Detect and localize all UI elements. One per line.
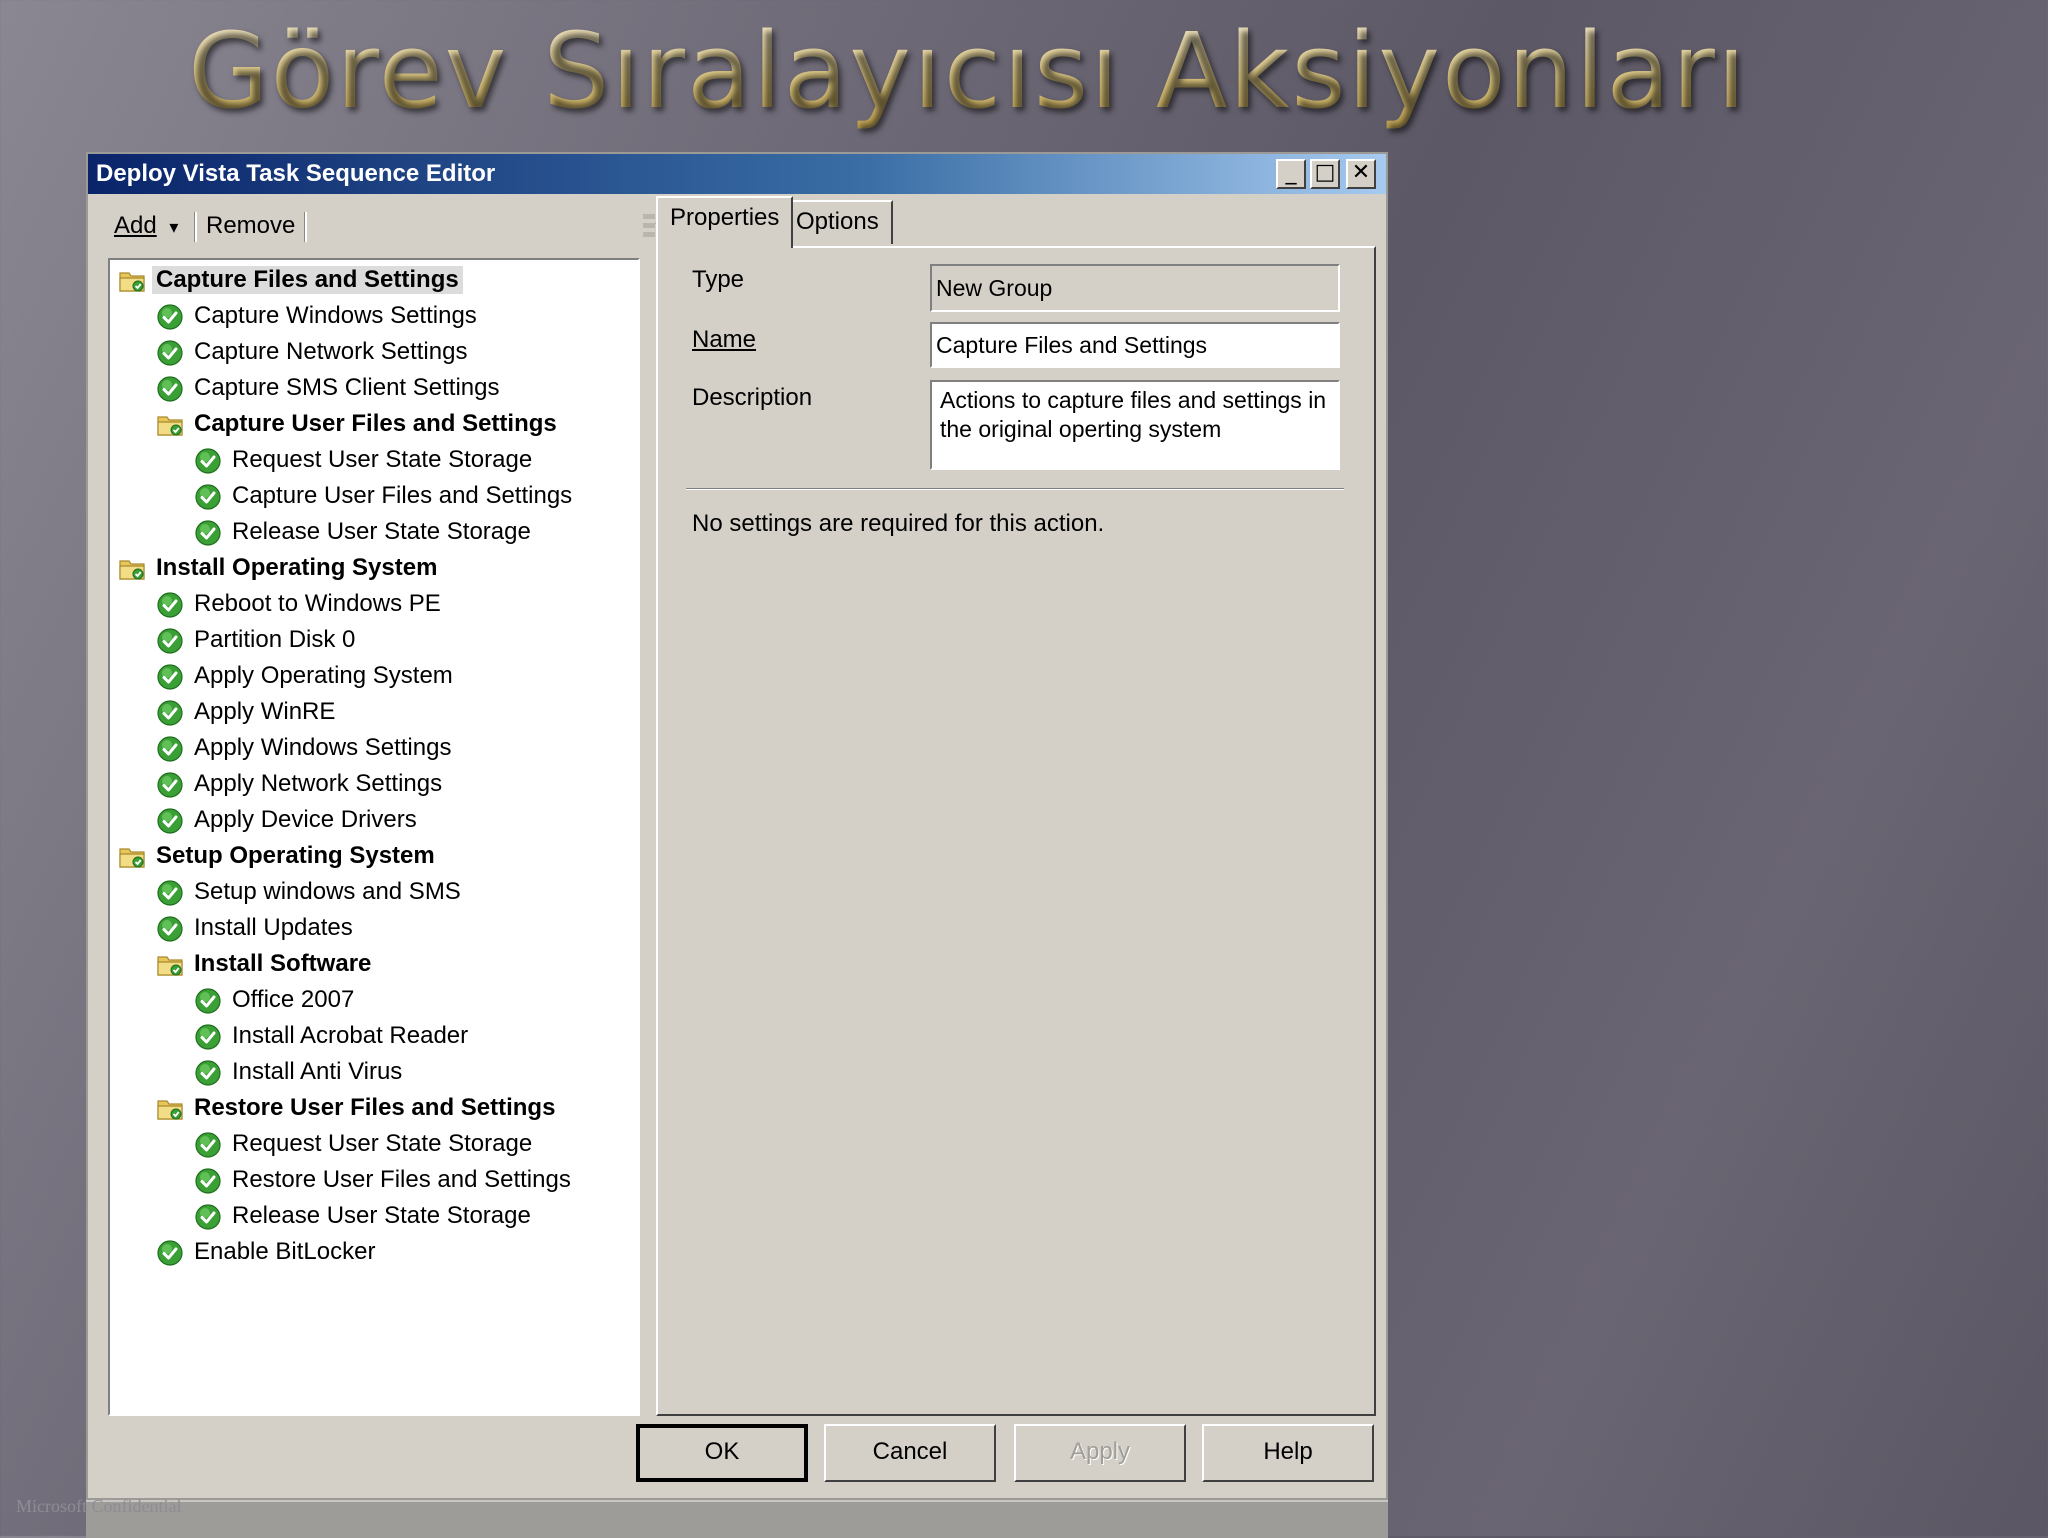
remove-button[interactable]: Remove [206,212,295,240]
tree-item-label: Capture Network Settings [194,338,468,365]
tree-item-label: Release User State Storage [232,518,531,545]
check-icon [156,591,184,619]
window-titlebar[interactable]: Deploy Vista Task Sequence Editor _ □ ✕ [88,154,1386,194]
toolbar-separator [304,212,307,242]
close-button[interactable]: ✕ [1346,159,1376,189]
check-icon [194,447,222,475]
tree-item-label: Capture Files and Settings [152,266,463,294]
tab-properties[interactable]: Properties [656,196,794,248]
check-icon [194,1131,222,1159]
tree-item-label: Setup Operating System [156,842,435,869]
check-icon [194,519,222,547]
no-settings-note: No settings are required for this action… [692,510,1105,537]
check-icon [194,1203,222,1231]
tree-item-label: Install Anti Virus [232,1058,403,1085]
tree-item-label: Capture SMS Client Settings [194,374,500,401]
tree-item-label: Office 2007 [232,986,355,1013]
chevron-down-icon: ▾ [169,217,179,237]
tree-item-label: Apply WinRE [194,698,336,725]
check-icon [156,735,184,763]
folder-icon [156,411,184,439]
tree-item-label: Install Acrobat Reader [232,1022,469,1049]
check-icon [194,1023,222,1051]
toolbar: Add ▾ Remove [108,206,728,250]
add-menu-button[interactable]: Add ▾ [114,212,178,240]
ok-button[interactable]: OK [636,1424,808,1482]
type-field[interactable] [930,264,1340,312]
tree-item-label: Apply Windows Settings [194,734,452,761]
tree-item-label: Setup windows and SMS [194,878,461,905]
tree-item-label: Apply Operating System [194,662,453,689]
name-field[interactable] [930,322,1340,368]
name-label: Name [692,326,757,353]
check-icon [156,339,184,367]
check-icon [194,987,222,1015]
folder-icon [156,1095,184,1123]
apply-button[interactable]: Apply [1014,1424,1186,1482]
description-label: Description [692,384,813,411]
tree-item-label: Capture User Files and Settings [232,482,573,509]
cancel-button[interactable]: Cancel [824,1424,996,1482]
minimize-button[interactable]: _ [1276,159,1306,189]
check-icon [156,1239,184,1267]
slide-title: Görev Sıralayıcısı Aksiyonları [188,10,1868,132]
tree-item-label: Apply Network Settings [194,770,443,797]
tree-item-label: Release User State Storage [232,1202,531,1229]
tree-item-label: Capture User Files and Settings [194,410,557,437]
folder-icon [156,951,184,979]
task-sequence-tree[interactable]: Capture Files and Settings Capture Window… [108,258,640,1416]
maximize-button[interactable]: □ [1310,159,1340,189]
toolbar-separator [194,212,197,242]
check-icon [194,1167,222,1195]
confidential-watermark: Microsoft Confidential [16,1496,182,1516]
tree-item-label: Install Updates [194,914,353,941]
check-icon [156,915,184,943]
description-field[interactable]: Actions to capture files and settings in… [930,380,1340,470]
tree-item-label: Apply Device Drivers [194,806,417,833]
tree-item-label: Restore User Files and Settings [194,1094,556,1121]
panel-divider [686,488,1344,490]
tree-item-label: Enable BitLocker [194,1238,376,1265]
check-icon [156,627,184,655]
check-icon [156,663,184,691]
add-label: Add [114,212,157,239]
folder-icon [118,843,146,871]
properties-panel: Type Name Description Actions to capture… [656,246,1376,1416]
tree-item-label: Install Operating System [156,554,438,581]
check-icon [156,879,184,907]
check-icon [156,375,184,403]
tree-item-label: Install Software [194,950,372,977]
folder-icon [118,267,146,295]
tree-item-label: Request User State Storage [232,1130,533,1157]
check-icon [194,1059,222,1087]
tree-item-label: Restore User Files and Settings [232,1166,571,1193]
window-bottom-strip [86,1500,1388,1538]
tree-item-label: Request User State Storage [232,446,533,473]
type-label: Type [692,266,745,293]
window-title: Deploy Vista Task Sequence Editor [96,160,496,187]
check-icon [156,303,184,331]
tree-item-label: Partition Disk 0 [194,626,356,653]
task-sequence-editor-window: Deploy Vista Task Sequence Editor _ □ ✕ … [86,152,1388,1500]
check-icon [194,483,222,511]
check-icon [156,771,184,799]
check-icon [156,807,184,835]
tab-options[interactable]: Options [782,200,893,244]
check-icon [156,699,184,727]
help-button[interactable]: Help [1202,1424,1374,1482]
folder-icon [118,555,146,583]
tree-item-label: Capture Windows Settings [194,302,477,329]
tree-item-label: Reboot to Windows PE [194,590,441,617]
